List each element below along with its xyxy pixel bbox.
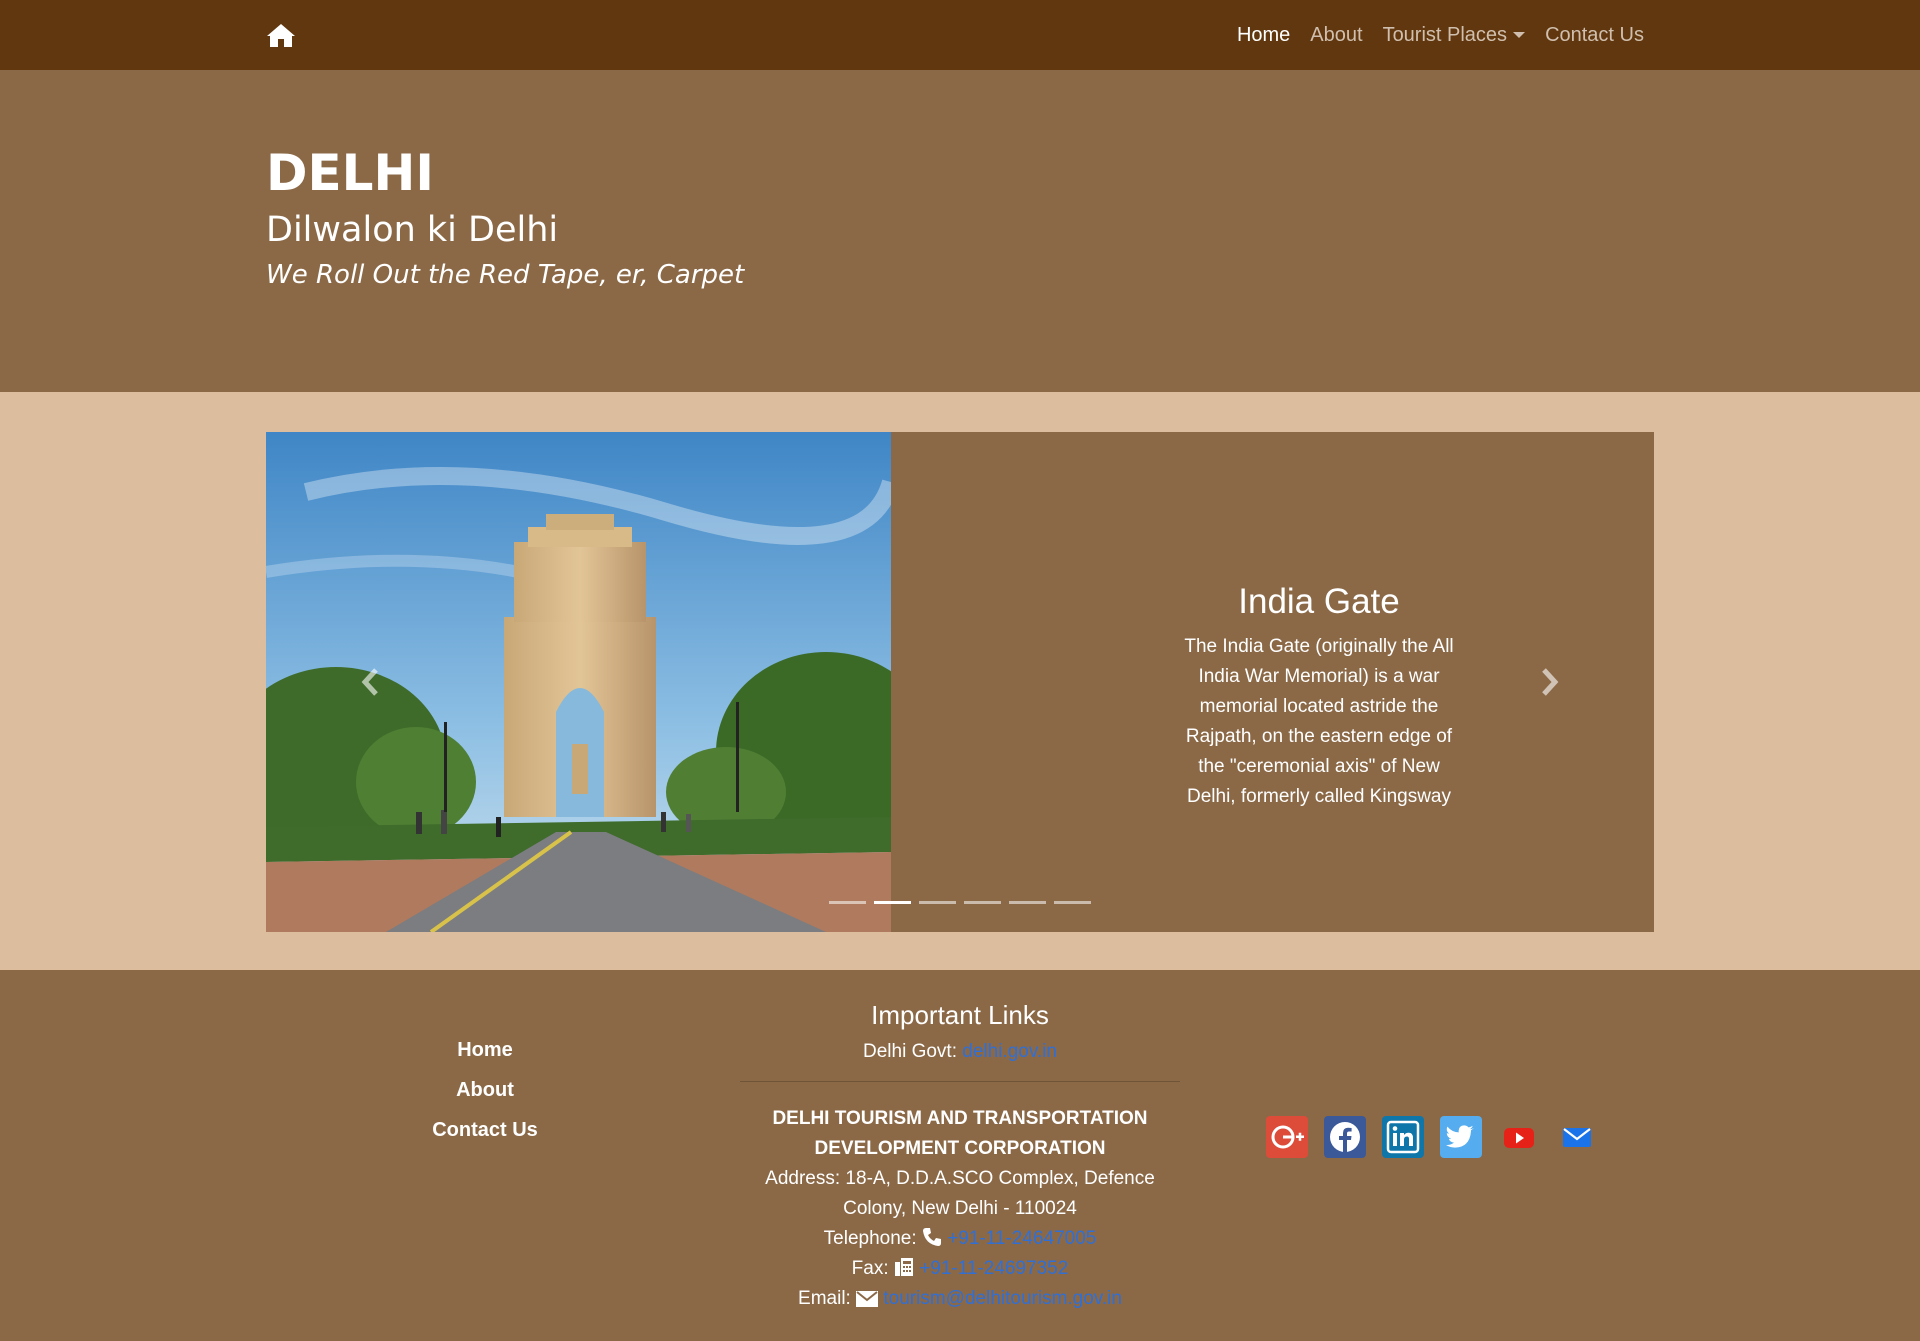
email-row: Email: tourism@delhitourism.gov.in [740,1284,1180,1314]
footer-about-link[interactable]: About [385,1070,585,1110]
org-address: Address: 18-A, D.D.A.SCO Complex, Defenc… [765,1168,1155,1219]
govt-label: Delhi Govt: [863,1041,957,1062]
hero-header: DELHI Dilwalon ki Delhi We Roll Out the … [0,70,1920,392]
important-links: Important Links Delhi Govt: delhi.gov.in… [740,1000,1180,1314]
govt-link[interactable]: delhi.gov.in [962,1041,1057,1062]
carousel-indicator-4[interactable] [964,901,1001,904]
envelope-icon [856,1291,879,1307]
linkedin-icon[interactable] [1381,1115,1425,1159]
footer-nav: Home About Contact Us [385,1030,585,1150]
carousel-indicator-2[interactable] [874,901,911,904]
email-label: Email: [798,1288,851,1309]
facebook-icon[interactable] [1323,1115,1367,1159]
carousel-indicator-1[interactable] [829,901,866,904]
youtube-icon[interactable] [1497,1115,1541,1159]
nav-about-link[interactable]: About [1310,24,1362,47]
chevron-right-icon [1542,668,1559,696]
social-links [1265,1115,1599,1159]
footer: Home About Contact Us Important Links De… [0,970,1920,1341]
chevron-left-icon [361,668,378,696]
navbar: Home About Tourist Places Contact Us [0,0,1920,70]
chevron-down-icon [1513,32,1526,39]
phone-icon [922,1228,941,1246]
page-tagline: We Roll Out the Red Tape, er, Carpet [266,260,745,290]
slide-description: The India Gate (originally the All India… [1184,636,1454,807]
carousel: India Gate The India Gate (originally th… [266,432,1654,932]
google-plus-icon[interactable] [1265,1115,1309,1159]
fax-label: Fax: [851,1258,889,1279]
nav-links: Home About Tourist Places Contact Us [1237,0,1644,70]
divider [740,1081,1180,1082]
telephone-row: Telephone: +91-11-24647005 [740,1224,1180,1254]
slide-caption: India Gate The India Gate (originally th… [1176,582,1462,812]
telephone-label: Telephone: [823,1228,917,1249]
fax-link[interactable]: +91-11-24697352 [919,1258,1068,1279]
twitter-icon[interactable] [1439,1115,1483,1159]
important-links-heading: Important Links [871,1000,1049,1030]
mail-icon[interactable] [1555,1115,1599,1159]
nav-tourist-places-dropdown[interactable]: Tourist Places [1383,24,1526,47]
page-title: DELHI [266,144,434,202]
carousel-prev-button[interactable] [356,664,386,700]
carousel-indicator-5[interactable] [1009,901,1046,904]
org-name: DELHI TOURISM AND TRANSPORTATION DEVELOP… [772,1108,1148,1159]
telephone-link[interactable]: +91-11-24647005 [947,1228,1096,1249]
fax-row: Fax: +91-11-24697352 [740,1254,1180,1284]
nav-home-link[interactable]: Home [1237,24,1290,47]
home-icon[interactable] [266,22,296,48]
nav-contact-link[interactable]: Contact Us [1545,24,1644,47]
page-subtitle: Dilwalon ki Delhi [266,210,559,250]
slide-title: India Gate [1238,582,1400,621]
govt-link-row: Delhi Govt: delhi.gov.in [740,1041,1180,1063]
nav-tourist-places-label: Tourist Places [1382,23,1508,46]
carousel-indicators [829,901,1091,904]
carousel-section: India Gate The India Gate (originally th… [0,392,1920,970]
carousel-indicator-6[interactable] [1054,901,1091,904]
footer-contact-link[interactable]: Contact Us [385,1110,585,1150]
fax-icon [894,1258,913,1276]
email-link[interactable]: tourism@delhitourism.gov.in [883,1288,1122,1309]
carousel-next-button[interactable] [1534,664,1564,700]
carousel-indicator-3[interactable] [919,901,956,904]
footer-home-link[interactable]: Home [385,1030,585,1070]
